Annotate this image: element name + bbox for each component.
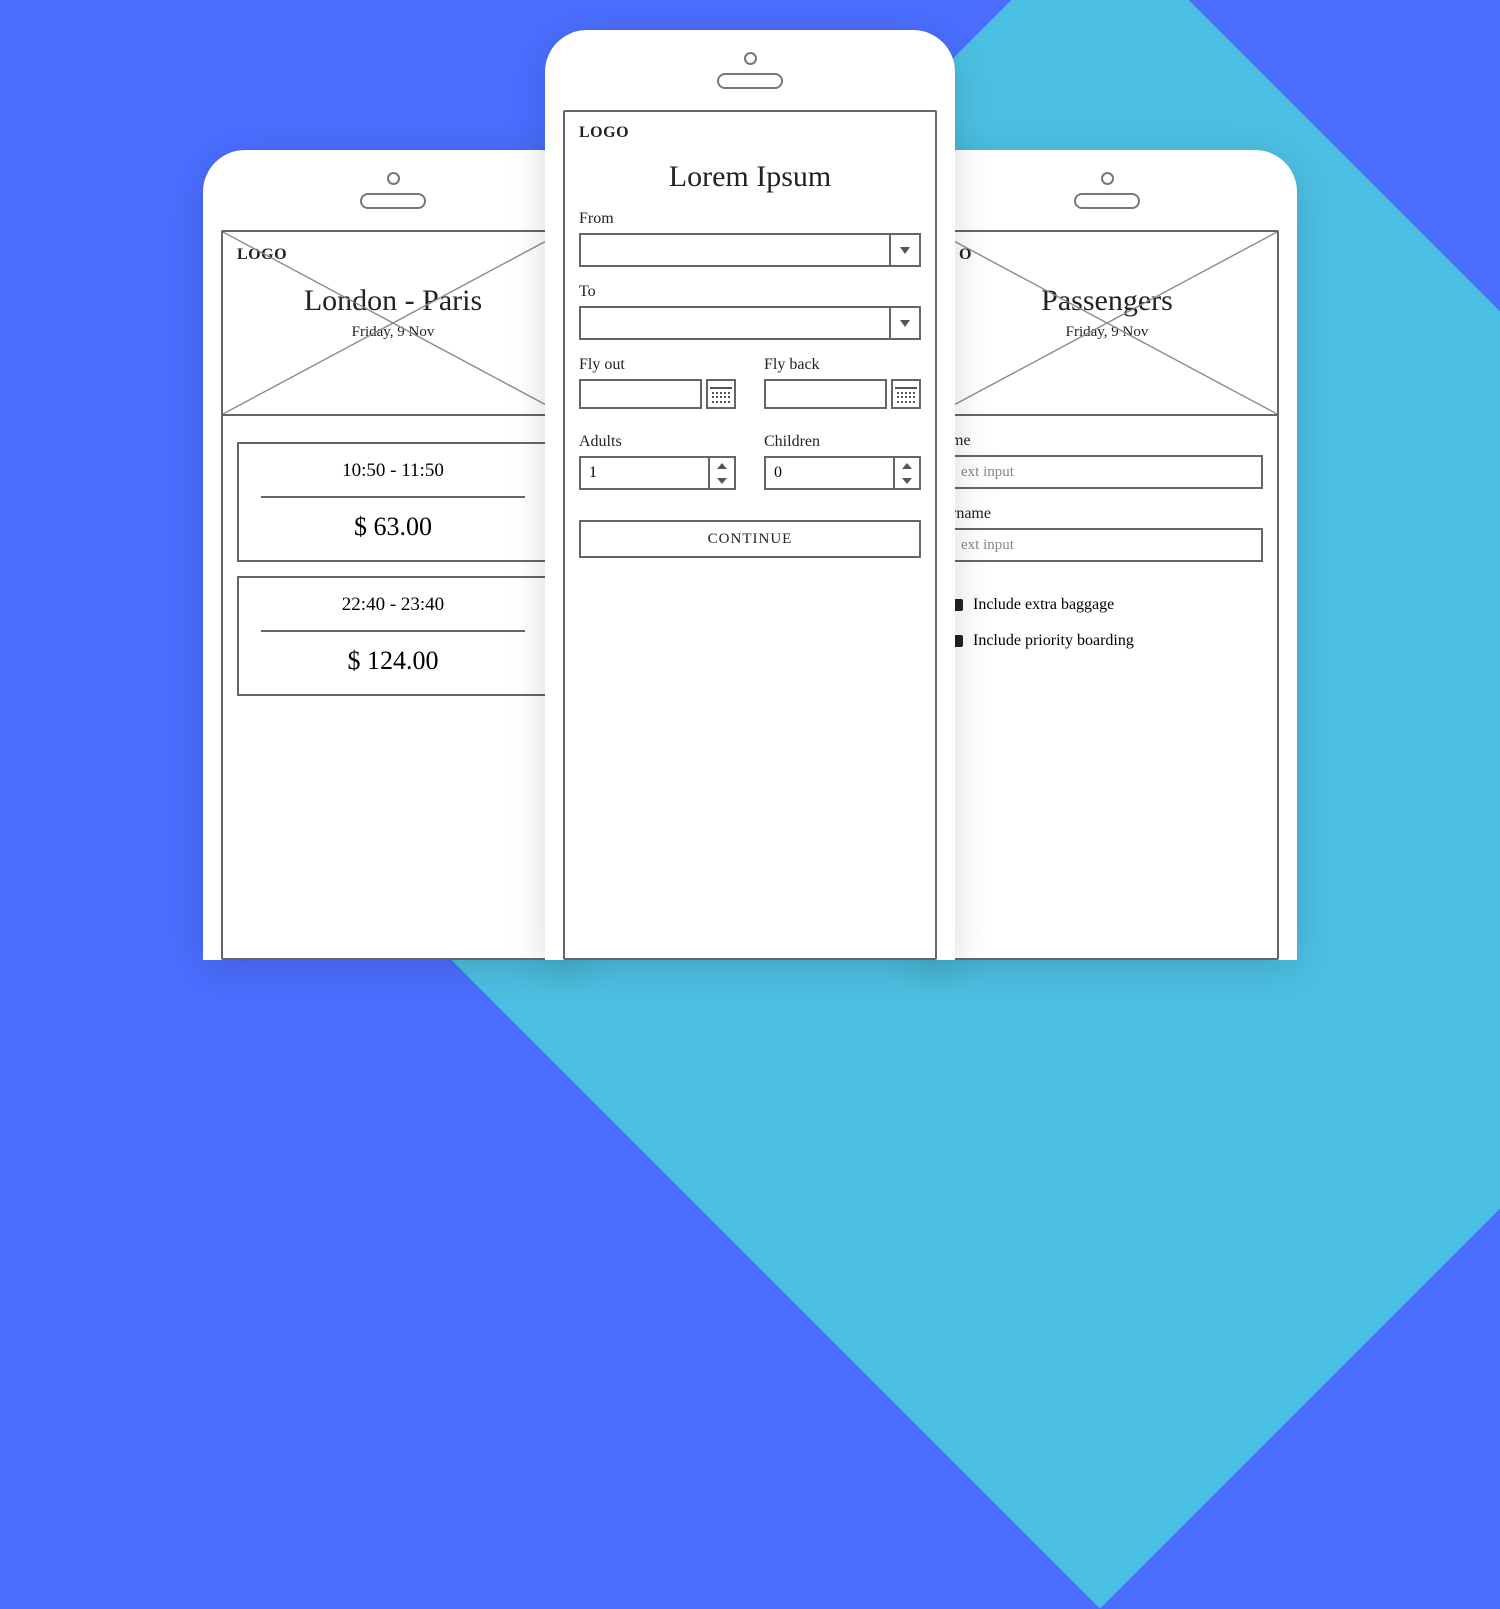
from-dropdown[interactable] [579,233,921,267]
to-label: To [579,283,921,301]
from-value [581,235,889,265]
continue-button[interactable]: CONTINUE [579,520,921,558]
flyout-datepicker[interactable] [579,379,736,409]
camera-icon [744,52,757,65]
result-card-2[interactable]: 22:40 - 23:40 $ 124.00 [237,576,549,696]
flyout-input[interactable] [579,379,702,409]
priority-label: Include priority boarding [973,632,1134,650]
arrow-down-icon[interactable] [895,473,919,488]
adults-stepper[interactable]: 1 [579,456,736,490]
screen-search: LOGO Lorem Ipsum From To Fly out [563,110,937,960]
speaker-icon [717,73,783,89]
calendar-icon[interactable] [891,379,921,409]
speaker-icon [360,193,426,209]
result-time: 10:50 - 11:50 [251,444,535,498]
flyback-input[interactable] [764,379,887,409]
camera-icon [1101,172,1114,185]
speaker-icon [1074,193,1140,209]
result-time: 22:40 - 23:40 [251,578,535,632]
arrow-up-icon[interactable] [895,458,919,473]
surname-input[interactable]: ext input [951,528,1263,562]
flyout-label: Fly out [579,356,736,374]
priority-checkbox[interactable]: Include priority boarding [951,632,1263,650]
search-title: Lorem Ipsum [579,160,921,194]
phone-top [917,150,1297,230]
children-value: 0 [766,458,893,488]
phone-stage: LOGO London - Paris Friday, 9 Nov 10:50 … [0,0,1500,960]
children-stepper[interactable]: 0 [764,456,921,490]
adults-label: Adults [579,433,736,451]
children-label: Children [764,433,921,451]
to-value [581,308,889,338]
phone-results: LOGO London - Paris Friday, 9 Nov 10:50 … [203,150,583,960]
screen-passengers: O Passengers Friday, 9 Nov me ext input … [935,230,1279,960]
phone-top [203,150,583,230]
phone-search: LOGO Lorem Ipsum From To Fly out [545,30,955,960]
phone-passengers: O Passengers Friday, 9 Nov me ext input … [917,150,1297,960]
result-price: $ 63.00 [239,498,547,560]
name-label: me [951,432,1263,450]
screen-results: LOGO London - Paris Friday, 9 Nov 10:50 … [221,230,565,960]
adults-value: 1 [581,458,708,488]
baggage-checkbox[interactable]: Include extra baggage [951,596,1263,614]
arrow-down-icon[interactable] [710,473,734,488]
phone-top [545,30,955,110]
hero-image-placeholder: LOGO London - Paris Friday, 9 Nov [221,230,565,416]
calendar-icon[interactable] [706,379,736,409]
camera-icon [387,172,400,185]
flyback-datepicker[interactable] [764,379,921,409]
arrow-up-icon[interactable] [710,458,734,473]
name-input[interactable]: ext input [951,455,1263,489]
flyback-label: Fly back [764,356,921,374]
hero-image-placeholder: O Passengers Friday, 9 Nov [935,230,1279,416]
to-dropdown[interactable] [579,306,921,340]
result-card-1[interactable]: 10:50 - 11:50 $ 63.00 [237,442,549,562]
from-label: From [579,210,921,228]
logo-text: LOGO [579,124,921,142]
chevron-down-icon[interactable] [889,308,919,338]
baggage-label: Include extra baggage [973,596,1114,614]
chevron-down-icon[interactable] [889,235,919,265]
result-price: $ 124.00 [239,632,547,694]
surname-label: rname [951,505,1263,523]
